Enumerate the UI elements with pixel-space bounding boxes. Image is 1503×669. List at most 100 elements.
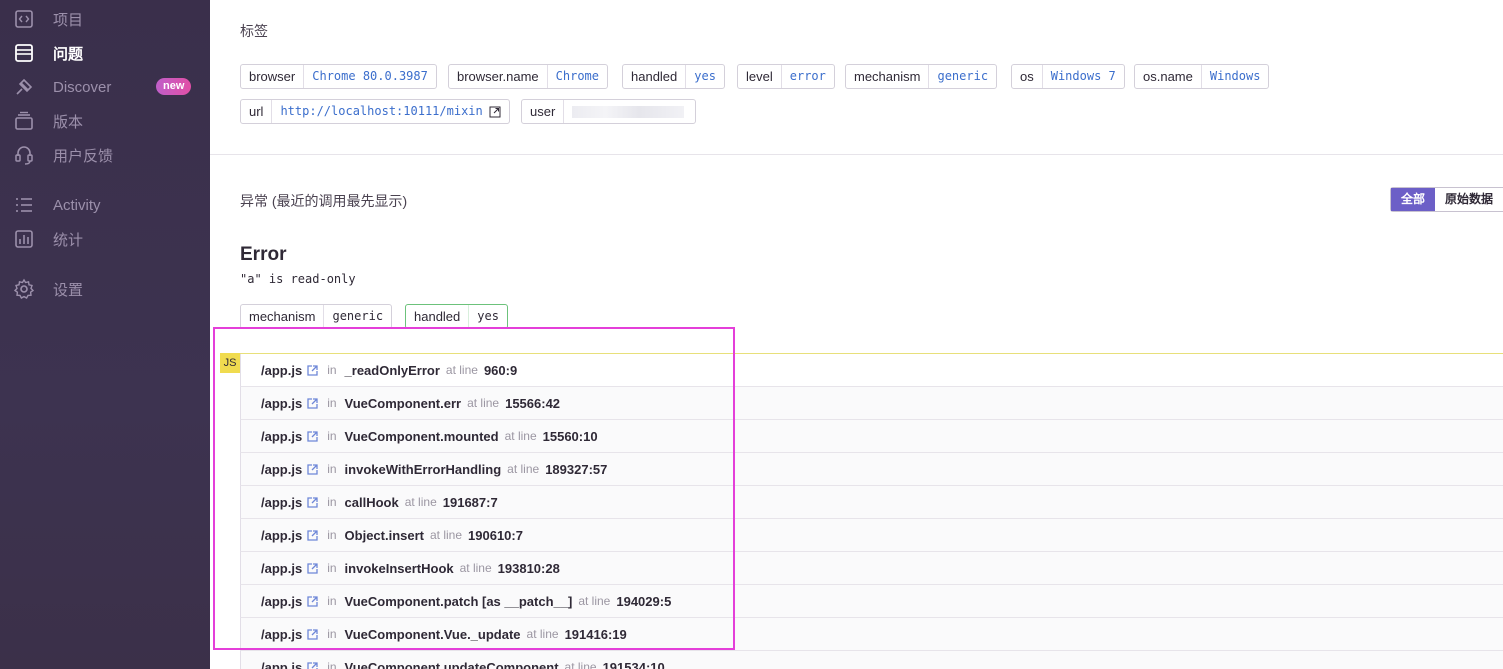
project-icon bbox=[13, 8, 35, 30]
frame-file: /app.js bbox=[261, 659, 303, 669]
open-in-new-icon[interactable] bbox=[306, 661, 319, 669]
tag-key: mechanism bbox=[241, 305, 325, 328]
tag-key: browser.name bbox=[449, 65, 548, 88]
tag-user[interactable]: user bbox=[521, 99, 696, 124]
open-in-new-icon[interactable] bbox=[306, 529, 319, 542]
sidebar-item-discover[interactable]: Discover new bbox=[0, 72, 210, 102]
stack-frame[interactable]: /app.js in VueComponent.updateComponent at … bbox=[240, 651, 1503, 669]
frame-at-line-label: at line bbox=[564, 660, 597, 669]
exception-section-title: 异常 (最近的调用最先显示) bbox=[240, 193, 408, 209]
open-in-new-icon[interactable] bbox=[306, 397, 319, 410]
frame-function: _readOnlyError bbox=[344, 362, 440, 378]
frame-function: invokeWithErrorHandling bbox=[344, 461, 502, 477]
tag-os-name[interactable]: os.name Windows bbox=[1134, 64, 1270, 89]
stats-icon bbox=[13, 228, 35, 250]
frame-line-number: 191687:7 bbox=[442, 494, 498, 510]
frame-function: Object.insert bbox=[344, 527, 424, 543]
section-divider bbox=[210, 154, 1503, 155]
exception-tag-mechanism[interactable]: mechanism generic bbox=[240, 304, 393, 329]
frame-at-line-label: at line bbox=[445, 363, 478, 377]
stack-frame[interactable]: /app.js in _readOnlyError at line 960:9 bbox=[240, 354, 1503, 387]
frame-in-label: in bbox=[327, 627, 337, 641]
tag-value: generic bbox=[937, 69, 989, 83]
stack-frame[interactable]: /app.js in invokeWithErrorHandling at line 1… bbox=[240, 453, 1503, 486]
user-feedback-icon bbox=[13, 144, 35, 166]
tag-os[interactable]: os Windows 7 bbox=[1011, 64, 1125, 89]
tag-value[interactable]: http://localhost:10111/mixin bbox=[272, 100, 508, 123]
tag-mechanism[interactable]: mechanism generic bbox=[845, 64, 998, 89]
stack-frame[interactable]: /app.js in invokeInsertHook at line 193810:2… bbox=[240, 552, 1503, 585]
main-content: 标签 browser Chrome 80.0.3987 browser.name… bbox=[210, 0, 1503, 669]
external-link-icon[interactable] bbox=[489, 106, 501, 118]
url-value[interactable]: http://localhost:10111/mixin bbox=[280, 100, 482, 123]
sidebar: 项目 问题 Discover new 版本 用户反馈 Activity 统计 设… bbox=[0, 0, 210, 669]
tags-section-title: 标签 bbox=[240, 23, 268, 39]
stack-frame[interactable]: /app.js in VueComponent.Vue._update at line… bbox=[240, 618, 1503, 651]
sidebar-item-label: Discover bbox=[53, 78, 112, 96]
frame-line-number: 189327:57 bbox=[545, 461, 608, 477]
tag-key: os bbox=[1012, 65, 1043, 88]
stack-frame[interactable]: /app.js in callHook at line 191687:7 bbox=[240, 486, 1503, 519]
tag-key: level bbox=[738, 65, 782, 88]
frame-in-label: in bbox=[327, 561, 337, 575]
frame-function: invokeInsertHook bbox=[344, 560, 454, 576]
activity-icon bbox=[13, 194, 35, 216]
sidebar-item-releases[interactable]: 版本 bbox=[0, 106, 210, 136]
frame-file: /app.js bbox=[261, 461, 303, 477]
sidebar-item-label: 用户反馈 bbox=[53, 147, 114, 165]
tag-handled[interactable]: handled yes bbox=[622, 64, 725, 89]
stack-frame[interactable]: /app.js in VueComponent.mounted at line 1556… bbox=[240, 420, 1503, 453]
frame-in-label: in bbox=[327, 528, 337, 542]
frame-file: /app.js bbox=[261, 395, 303, 411]
stack-frame[interactable]: /app.js in VueComponent.patch [as __patch_… bbox=[240, 585, 1503, 618]
frame-line-number: 15560:10 bbox=[542, 428, 598, 444]
open-in-new-icon[interactable] bbox=[306, 364, 319, 377]
tag-key: url bbox=[241, 100, 273, 123]
frame-at-line-label: at line bbox=[526, 627, 559, 641]
sidebar-item-label: 设置 bbox=[53, 281, 84, 299]
frame-at-line-label: at line bbox=[578, 594, 611, 608]
exception-type: Error bbox=[240, 244, 287, 265]
stack-frame[interactable]: /app.js in Object.insert at line 190610:7 bbox=[240, 519, 1503, 552]
open-in-new-icon[interactable] bbox=[306, 496, 319, 509]
tag-browser-name[interactable]: browser.name Chrome bbox=[448, 64, 609, 89]
sidebar-item-stats[interactable]: 统计 bbox=[0, 224, 210, 254]
toggle-all-button[interactable]: 全部 bbox=[1390, 188, 1435, 211]
sidebar-item-user-feedback[interactable]: 用户反馈 bbox=[0, 140, 210, 170]
frame-file: /app.js bbox=[261, 593, 303, 609]
settings-icon bbox=[13, 278, 35, 300]
frame-at-line-label: at line bbox=[504, 429, 537, 443]
open-in-new-icon[interactable] bbox=[306, 562, 319, 575]
stack-frame[interactable]: /app.js in VueComponent.err at line 15566:42 bbox=[240, 387, 1503, 420]
open-in-new-icon[interactable] bbox=[306, 430, 319, 443]
frame-in-label: in bbox=[327, 462, 337, 476]
open-in-new-icon[interactable] bbox=[306, 595, 319, 608]
sidebar-item-label: 统计 bbox=[53, 231, 84, 249]
frame-file: /app.js bbox=[261, 428, 303, 444]
sidebar-item-settings[interactable]: 设置 bbox=[0, 274, 210, 304]
frame-function: VueComponent.mounted bbox=[344, 428, 499, 444]
discover-icon bbox=[13, 76, 35, 98]
tag-url[interactable]: url http://localhost:10111/mixin bbox=[240, 99, 510, 124]
frame-line-number: 15566:42 bbox=[505, 395, 561, 411]
open-in-new-icon[interactable] bbox=[306, 628, 319, 641]
view-toggle: 全部 原始数据 bbox=[1389, 187, 1503, 212]
frame-file: /app.js bbox=[261, 494, 303, 510]
sidebar-item-projects[interactable]: 项目 bbox=[0, 4, 210, 34]
exception-tag-handled[interactable]: handled yes bbox=[405, 304, 508, 329]
tag-level[interactable]: level error bbox=[737, 64, 835, 89]
open-in-new-icon[interactable] bbox=[306, 463, 319, 476]
sidebar-item-issues[interactable]: 问题 bbox=[0, 38, 210, 68]
frame-function: callHook bbox=[344, 494, 399, 510]
frame-at-line-label: at line bbox=[467, 396, 500, 410]
sidebar-item-activity[interactable]: Activity bbox=[0, 190, 210, 220]
frame-at-line-label: at line bbox=[459, 561, 492, 575]
frame-at-line-label: at line bbox=[507, 462, 540, 476]
frame-at-line-label: at line bbox=[430, 528, 463, 542]
tag-key: handled bbox=[406, 305, 470, 328]
tag-browser[interactable]: browser Chrome 80.0.3987 bbox=[240, 64, 437, 89]
new-badge: new bbox=[156, 78, 192, 95]
toggle-raw-button[interactable]: 原始数据 bbox=[1434, 188, 1503, 211]
tag-key: mechanism bbox=[846, 65, 930, 88]
frame-in-label: in bbox=[327, 594, 337, 608]
